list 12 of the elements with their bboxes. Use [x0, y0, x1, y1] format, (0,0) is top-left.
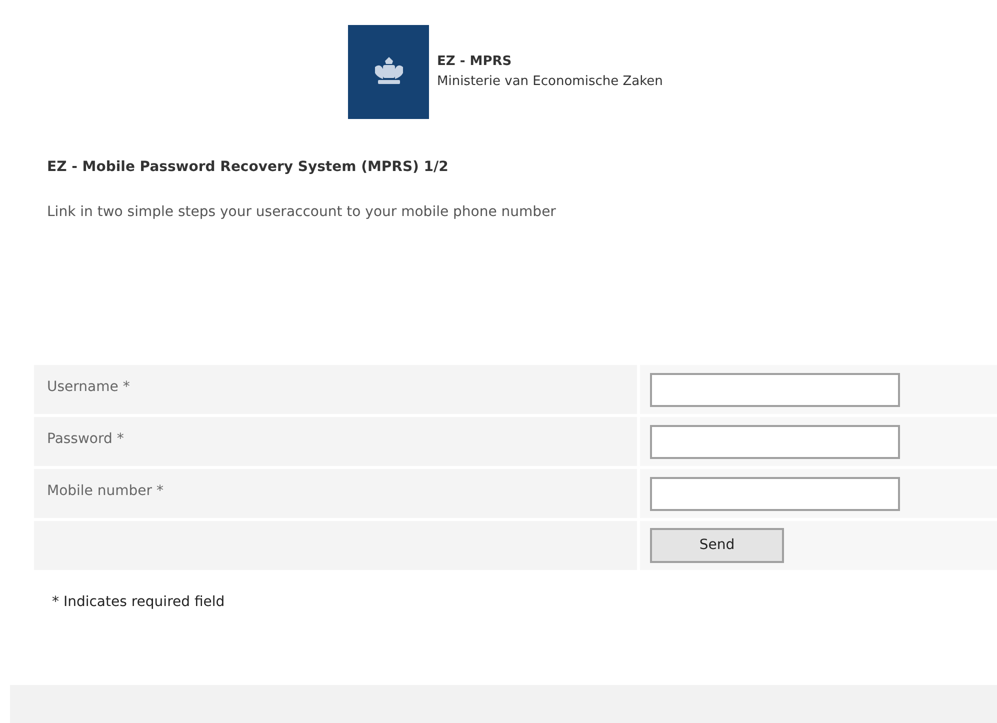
required-note: * Indicates required field — [52, 593, 226, 612]
intro-text: Link in two simple steps your useraccount to your mobile phone number — [47, 203, 557, 222]
send-button[interactable]: Send — [650, 528, 784, 563]
field-label: Password * — [47, 431, 124, 447]
input-field[interactable] — [650, 476, 900, 510]
input-field[interactable] — [650, 424, 900, 458]
field-label: Mobile number * — [47, 483, 164, 499]
ministry-name: Ministerie van Economische Zaken — [437, 73, 663, 91]
field-label: Username * — [47, 379, 130, 395]
app-title: EZ - MPRS — [437, 53, 513, 71]
page-heading: EZ - Mobile Password Recovery System (MPRS) 1/2 — [47, 158, 450, 177]
input-field[interactable] — [650, 372, 900, 406]
